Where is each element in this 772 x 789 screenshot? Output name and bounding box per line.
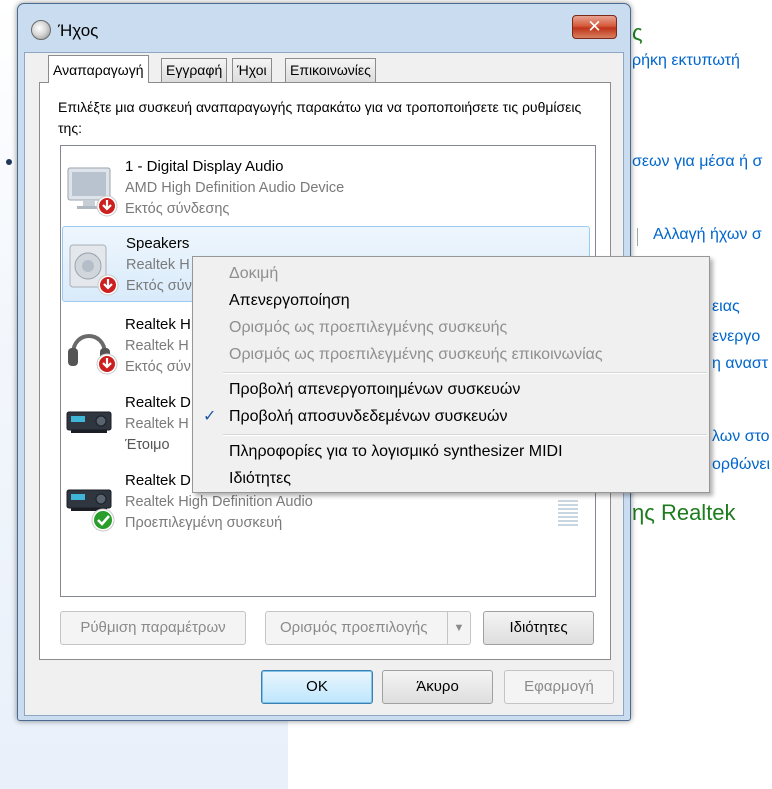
device-name: Realtek H [125,316,191,333]
volume-level-meter [558,500,578,526]
device-driver: Realtek H [126,257,190,273]
device-driver: Realtek High Definition Audio [125,494,313,510]
monitor-icon [67,167,118,217]
device-state: Εκτός σύνδεσης [125,201,230,217]
link-change-sounds[interactable]: Αλλαγή ήχων σ [653,226,762,244]
realtek-heading: ης Realtek [632,500,736,525]
receiver-icon [66,489,115,532]
ok-button[interactable]: OK [261,670,373,704]
tab-recording[interactable]: Εγγραφή [161,58,228,82]
tab-playback[interactable]: Αναπαραγωγή [48,55,149,83]
menu-item-midi-info[interactable]: Πληροφορίες για το λογισμικό synthesizer… [195,439,707,465]
tab-sounds[interactable]: Ήχοι [232,58,272,82]
menu-item-show-disabled[interactable]: Προβολή απενεργοποιημένων συσκευών [195,377,707,403]
headphones-icon [68,334,118,375]
menu-item-disable[interactable]: Απενεργοποίηση [195,288,707,314]
link-partial-5[interactable]: ορθώνει [712,456,770,474]
link-partial-2[interactable]: ενεργο [712,328,760,346]
device-driver: Realtek H [125,416,189,432]
set-default-label: Ορισμός προεπιλογής [280,619,428,636]
device-driver: AMD High Definition Audio Device [125,180,345,196]
close-button[interactable]: ✕ [572,15,617,39]
menu-separator [223,372,707,374]
dialog-title: Ήχος [58,21,99,40]
menu-item-set-default-communication[interactable]: Ορισμός ως προεπιλεγμένης συσκευής επικο… [195,342,707,368]
menu-item-show-disconnected[interactable]: ✓ Προβολή αποσυνδεδεμένων συσκευών [195,404,707,430]
link-partial-4[interactable]: λων στο [712,428,770,446]
device-name: Speakers [126,235,190,252]
device-state: Εκτός σύν [125,359,191,375]
cancel-button[interactable]: Άκυρο [382,670,493,704]
device-name: 1 - Digital Display Audio [125,158,284,175]
link-media-settings[interactable]: σεων για μέσα ή σ [632,153,762,171]
receiver-icon [66,411,112,433]
properties-button[interactable]: Ιδιότητες [483,611,594,645]
speaker-icon [69,244,119,296]
bullet-icon [6,159,12,165]
link-separator [637,228,638,246]
device-name: Realtek D [125,394,191,411]
check-icon: ✓ [203,408,217,425]
link-find-printer[interactable]: ρήκη εκτυπωτή [632,52,740,70]
menu-item-properties[interactable]: Ιδιότητες [195,466,707,492]
device-state: Έτοιμο [125,437,170,453]
device-item[interactable]: 1 - Digital Display Audio AMD High Defin… [61,146,589,222]
set-default-button[interactable]: Ορισμός προεπιλογής ▼ [265,611,471,645]
configure-button[interactable]: Ρύθμιση παραμέτρων [60,611,246,645]
dropdown-arrow-icon[interactable]: ▼ [447,612,470,644]
panel-heading-partial: ς [632,20,643,45]
device-driver: Realtek H [125,338,189,354]
device-state: Προεπιλεγμένη συσκευή [125,515,283,531]
menu-item-test[interactable]: Δοκιμή [195,261,707,287]
device-state: Εκτός σύν [126,278,192,294]
tab-communications[interactable]: Επικοινωνίες [285,58,376,82]
context-menu: Δοκιμή Απενεργοποίηση Ορισμός ως προεπιλ… [192,256,710,493]
speaker-icon [31,20,51,40]
menu-item-set-default-device[interactable]: Ορισμός ως προεπιλεγμένης συσκευής [195,315,707,341]
instruction-text: Επιλέξτε μια συσκευή αναπαραγωγής παρακά… [58,99,582,136]
menu-item-show-disconnected-label: Προβολή αποσυνδεδεμένων συσκευών [229,408,508,425]
link-partial-3[interactable]: η αναστ [712,355,768,373]
device-name: Realtek D [125,472,191,489]
apply-button[interactable]: Εφαρμογή [504,670,614,704]
link-partial-1[interactable]: ειας [712,298,740,316]
menu-separator [223,434,707,436]
